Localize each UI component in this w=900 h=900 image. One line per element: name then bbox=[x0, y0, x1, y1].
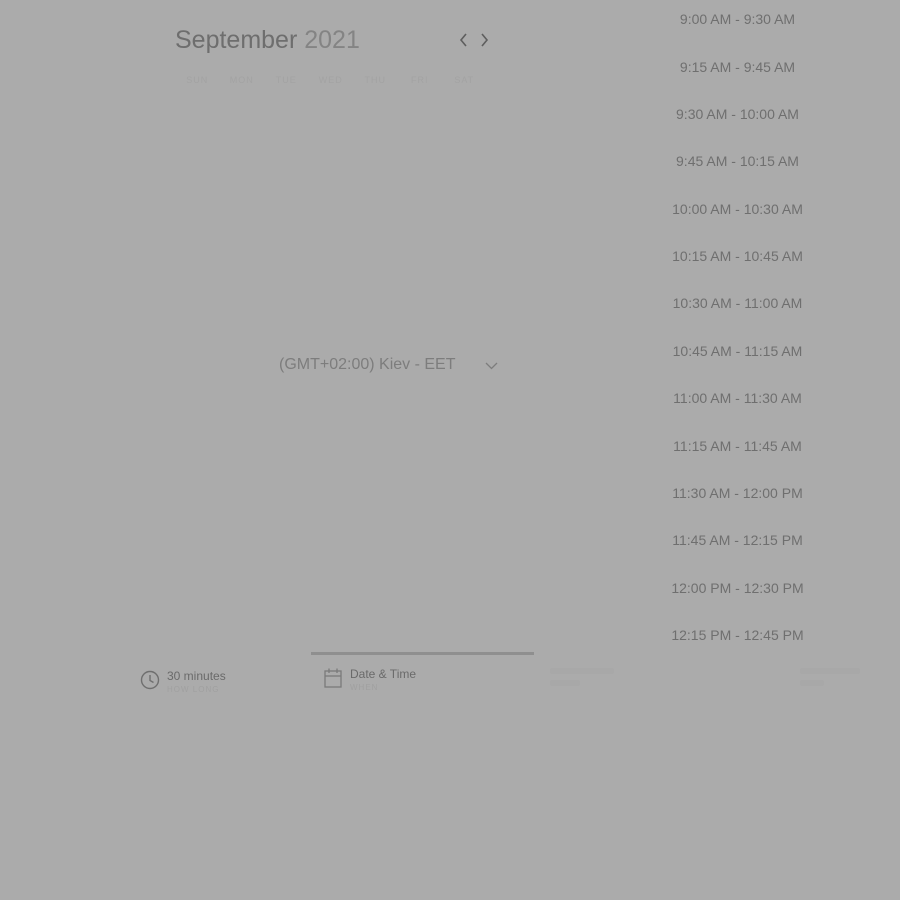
calendar-day-cell[interactable] bbox=[309, 237, 354, 284]
calendar-day-cell[interactable] bbox=[353, 143, 398, 190]
calendar-day-cell[interactable] bbox=[264, 96, 309, 143]
step-details-placeholder bbox=[550, 680, 580, 686]
booking-page: September 2021 SUN MON TUE WED THU FRI S… bbox=[0, 0, 900, 900]
calendar-day-cell[interactable] bbox=[175, 190, 220, 237]
time-slot[interactable]: 10:30 AM - 11:00 AM bbox=[655, 288, 820, 318]
calendar-day-cell[interactable] bbox=[175, 143, 220, 190]
calendar-day-cell[interactable] bbox=[309, 143, 354, 190]
step-details[interactable] bbox=[550, 668, 620, 692]
calendar-day-cell[interactable] bbox=[442, 143, 487, 190]
time-slot[interactable]: 9:45 AM - 10:15 AM bbox=[655, 146, 820, 176]
chevron-right-icon bbox=[480, 33, 488, 47]
calendar-day-cell[interactable] bbox=[264, 237, 309, 284]
calendar-day-cell[interactable] bbox=[353, 190, 398, 237]
time-slot[interactable]: 11:30 AM - 12:00 PM bbox=[655, 478, 820, 508]
time-slot[interactable]: 9:15 AM - 9:45 AM bbox=[655, 52, 820, 82]
calendar-day-cell[interactable] bbox=[353, 96, 398, 143]
calendar-day-cell[interactable] bbox=[220, 237, 265, 284]
calendar-day-cell[interactable] bbox=[398, 143, 443, 190]
step-duration-subtitle: HOW LONG bbox=[167, 685, 220, 694]
time-slot[interactable]: 10:15 AM - 10:45 AM bbox=[655, 241, 820, 271]
calendar-day-cell[interactable] bbox=[220, 143, 265, 190]
calendar-day-cell[interactable] bbox=[398, 237, 443, 284]
calendar-day-cell[interactable] bbox=[353, 284, 398, 331]
calendar-day-cell[interactable] bbox=[442, 284, 487, 331]
weekday-label: WED bbox=[318, 75, 343, 85]
time-slot[interactable]: 12:15 PM - 12:45 PM bbox=[655, 620, 820, 650]
calendar-icon bbox=[324, 668, 342, 688]
calendar-day-cell[interactable] bbox=[220, 190, 265, 237]
calendar-day-cell[interactable] bbox=[309, 96, 354, 143]
weekday-label: THU bbox=[364, 75, 386, 85]
time-slot[interactable]: 12:00 PM - 12:30 PM bbox=[655, 573, 820, 603]
weekday-label: SUN bbox=[186, 75, 209, 85]
calendar-month: September bbox=[175, 26, 298, 54]
calendar-day-cell[interactable] bbox=[264, 284, 309, 331]
timezone-select[interactable]: (GMT+02:00) Kiev - EET bbox=[270, 350, 505, 380]
time-slot[interactable]: 10:00 AM - 10:30 AM bbox=[655, 194, 820, 224]
weekday-label: FRI bbox=[411, 75, 429, 85]
calendar-day-cell[interactable] bbox=[353, 237, 398, 284]
step-duration[interactable]: 30 minutes HOW LONG bbox=[140, 666, 226, 694]
step-confirm[interactable] bbox=[800, 668, 870, 692]
calendar-day-cell[interactable] bbox=[175, 237, 220, 284]
time-slot[interactable]: 11:00 AM - 11:30 AM bbox=[655, 383, 820, 413]
time-slot[interactable]: 9:30 AM - 10:00 AM bbox=[655, 99, 820, 129]
calendar-day-cell[interactable] bbox=[220, 284, 265, 331]
calendar-day-cell[interactable] bbox=[398, 96, 443, 143]
calendar-year: 2021 bbox=[304, 26, 360, 54]
time-slot[interactable]: 9:00 AM - 9:30 AM bbox=[655, 4, 820, 34]
calendar-day-cell[interactable] bbox=[220, 96, 265, 143]
weekday-label: SAT bbox=[454, 75, 475, 85]
calendar-day-cell[interactable] bbox=[442, 190, 487, 237]
calendar-day-cell[interactable] bbox=[309, 190, 354, 237]
step-confirm-placeholder bbox=[800, 680, 824, 686]
timezone-label: (GMT+02:00) Kiev - EET bbox=[279, 356, 456, 373]
time-slot[interactable]: 11:15 AM - 11:45 AM bbox=[655, 431, 820, 461]
time-slot[interactable]: 11:45 AM - 12:15 PM bbox=[655, 525, 820, 555]
calendar-day-cell[interactable] bbox=[442, 96, 487, 143]
step-datetime-title: Date & Time bbox=[350, 667, 417, 681]
calendar-days-grid[interactable] bbox=[175, 96, 487, 331]
weekday-label: MON bbox=[229, 75, 254, 85]
calendar-day-cell[interactable] bbox=[398, 190, 443, 237]
calendar-day-cell[interactable] bbox=[175, 96, 220, 143]
weekday-label: TUE bbox=[275, 75, 297, 85]
step-datetime-subtitle: WHEN bbox=[350, 683, 379, 692]
next-month-button[interactable] bbox=[476, 30, 492, 50]
calendar-day-cell[interactable] bbox=[264, 143, 309, 190]
prev-month-button[interactable] bbox=[455, 30, 471, 50]
time-slot[interactable]: 10:45 AM - 11:15 AM bbox=[655, 336, 820, 366]
calendar-day-cell[interactable] bbox=[398, 284, 443, 331]
calendar-day-cell[interactable] bbox=[442, 237, 487, 284]
calendar-day-cell[interactable] bbox=[309, 284, 354, 331]
calendar-month-title: September 2021 bbox=[175, 26, 360, 55]
step-confirm-placeholder bbox=[800, 668, 860, 674]
clock-icon bbox=[140, 670, 160, 690]
step-duration-title: 30 minutes bbox=[167, 669, 226, 683]
calendar-day-cell[interactable] bbox=[175, 284, 220, 331]
chevron-down-icon bbox=[485, 362, 498, 370]
step-details-placeholder bbox=[550, 668, 614, 674]
calendar-day-cell[interactable] bbox=[264, 190, 309, 237]
step-progress-indicator bbox=[311, 652, 534, 655]
weekday-header: SUN MON TUE WED THU FRI SAT bbox=[175, 75, 487, 85]
step-datetime[interactable]: Date & Time WHEN bbox=[323, 664, 416, 692]
chevron-left-icon bbox=[459, 33, 467, 47]
